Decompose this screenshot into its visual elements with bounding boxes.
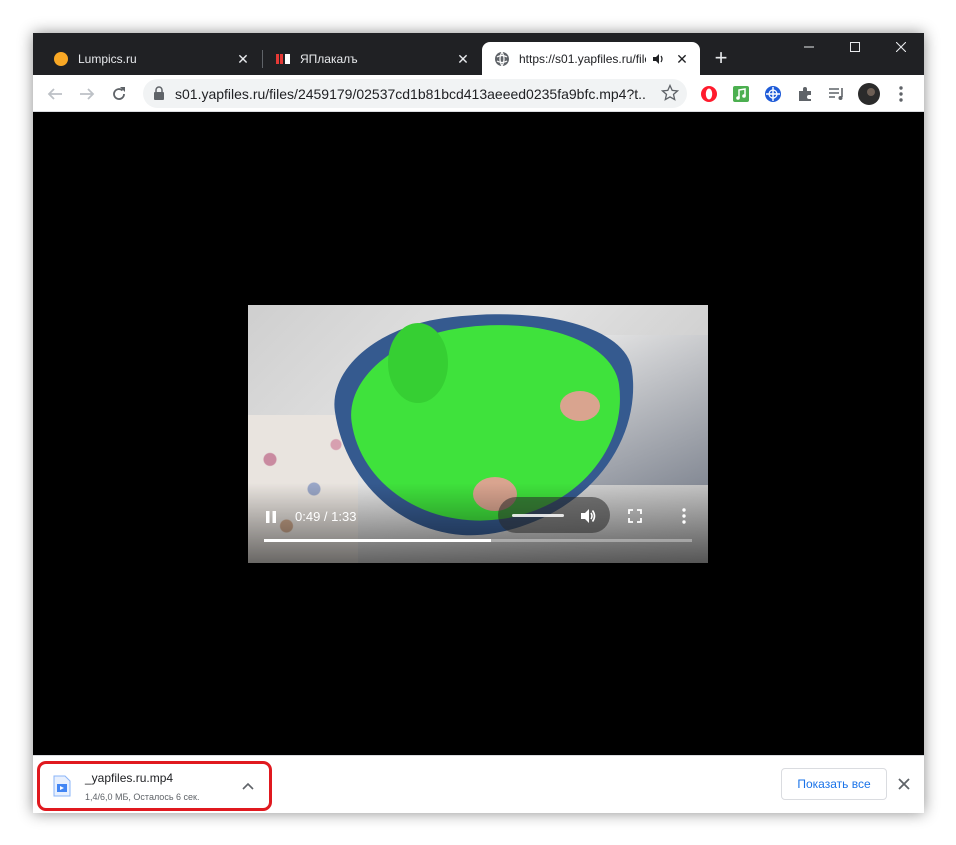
video-player[interactable]: 0:49 / 1:33 [248, 305, 708, 563]
tab-title: ЯПлакалъ [300, 51, 358, 66]
download-filename: _yapfiles.ru.mp4 [85, 771, 174, 785]
tab-strip: Lumpics.ru ✕ ЯПлакалъ ✕ https://s01.yapf… [33, 33, 924, 75]
window-close-icon[interactable] [878, 33, 924, 61]
tab-yaplakal[interactable]: ЯПлакалъ ✕ [263, 42, 481, 75]
tab-close-icon[interactable]: ✕ [674, 51, 690, 67]
page-content: 0:49 / 1:33 [33, 112, 924, 755]
url-text[interactable]: s01.yapfiles.ru/files/2459179/02537cd1b8… [175, 86, 645, 102]
show-all-button[interactable]: Показать все [781, 768, 887, 800]
puzzle-extensions-icon[interactable] [791, 80, 819, 108]
speaker-icon[interactable] [650, 53, 666, 65]
video-time: 0:49 / 1:33 [295, 509, 357, 524]
reload-icon[interactable] [105, 80, 133, 108]
video-frame-slime-blob [388, 323, 448, 403]
tab-title: https://s01.yapfiles.ru/file [519, 51, 646, 66]
close-icon[interactable] [895, 775, 913, 793]
bookmark-star-icon[interactable] [660, 83, 680, 107]
back-arrow-icon[interactable] [41, 80, 69, 108]
fullscreen-icon[interactable] [626, 507, 644, 525]
lumpics-favicon [53, 51, 69, 67]
tab-title: Lumpics.ru [78, 51, 137, 66]
toolbar: s01.yapfiles.ru/files/2459179/02537cd1b8… [33, 75, 924, 112]
video-progress-bar[interactable] [264, 539, 692, 542]
minimize-icon[interactable] [786, 33, 832, 61]
video-file-icon [52, 775, 72, 797]
video-more-dots-icon[interactable] [675, 507, 693, 525]
new-tab-plus-icon[interactable]: + [709, 47, 733, 71]
tab-close-icon[interactable]: ✕ [235, 51, 251, 67]
opera-extension-icon[interactable] [695, 80, 723, 108]
yaplakal-favicon [275, 51, 291, 67]
menu-dots-icon[interactable] [887, 80, 915, 108]
volume-slider[interactable] [512, 514, 564, 517]
video-progress-played [264, 539, 491, 542]
tab-close-icon[interactable]: ✕ [455, 51, 471, 67]
download-item[interactable]: _yapfiles.ru.mp4 1,4/6,0 МБ, Осталось 6 … [37, 761, 272, 811]
address-bar[interactable]: s01.yapfiles.ru/files/2459179/02537cd1b8… [143, 79, 687, 108]
tab-lumpics[interactable]: Lumpics.ru ✕ [41, 42, 261, 75]
download-shelf: _yapfiles.ru.mp4 1,4/6,0 МБ, Осталось 6 … [33, 755, 924, 813]
video-frame-foot [560, 391, 600, 421]
forward-arrow-icon[interactable] [73, 80, 101, 108]
profile-avatar[interactable] [855, 80, 883, 108]
pause-icon[interactable] [262, 508, 280, 526]
media-control-icon[interactable] [823, 80, 851, 108]
globe-icon [494, 51, 510, 67]
browser-window: Lumpics.ru ✕ ЯПлакалъ ✕ https://s01.yapf… [33, 33, 924, 813]
lock-icon[interactable] [153, 86, 165, 105]
tab-yapfiles[interactable]: https://s01.yapfiles.ru/file ✕ [482, 42, 700, 75]
vpn-extension-icon[interactable] [759, 80, 787, 108]
chevron-up-icon[interactable] [239, 777, 257, 795]
maximize-icon[interactable] [832, 33, 878, 61]
music-extension-icon[interactable] [727, 80, 755, 108]
download-status: 1,4/6,0 МБ, Осталось 6 сек. [85, 792, 200, 802]
volume-icon[interactable] [578, 506, 598, 526]
